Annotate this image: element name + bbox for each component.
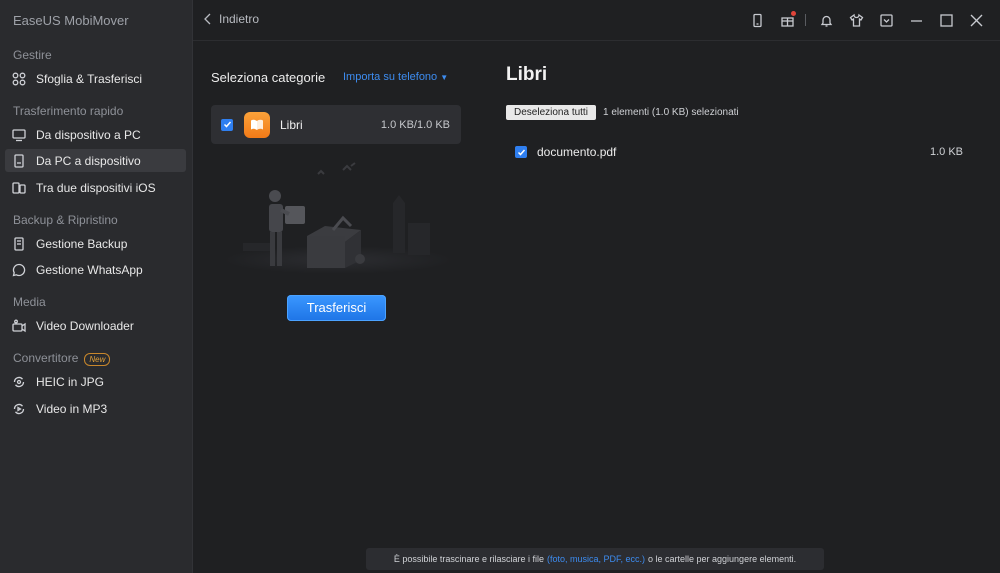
- drag-drop-hint: È possibile trascinare e rilasciare i fi…: [366, 548, 824, 570]
- device-icon[interactable]: [747, 10, 767, 30]
- category-checkbox[interactable]: [221, 118, 233, 131]
- shirt-icon[interactable]: [846, 10, 866, 30]
- import-link-label: Importa su telefono: [343, 71, 438, 83]
- gift-icon[interactable]: [777, 10, 797, 30]
- sidebar-item-device-to-pc[interactable]: Da dispositivo a PC: [5, 123, 186, 146]
- download-icon: [11, 318, 27, 334]
- files-title: Libri: [506, 64, 548, 85]
- import-to-phone-dropdown[interactable]: Importa su telefono ▼: [343, 71, 448, 83]
- close-icon[interactable]: [966, 10, 986, 30]
- sidebar-item-label: Sfoglia & Trasferisci: [36, 71, 143, 86]
- window-controls: [737, 10, 986, 30]
- sidebar-item-label: Video in MP3: [36, 401, 108, 416]
- sidebar-item-label: Gestione WhatsApp: [36, 262, 143, 277]
- category-name: Libri: [280, 117, 303, 132]
- dropdown-box-icon[interactable]: [876, 10, 896, 30]
- category-row-libri[interactable]: Libri 1.0 KB/1.0 KB: [211, 105, 461, 144]
- sidebar-item-label: Da dispositivo a PC: [36, 127, 141, 142]
- checkmark-icon: [223, 121, 231, 128]
- category-size: 1.0 KB/1.0 KB: [380, 118, 450, 131]
- chevron-left-icon: [204, 13, 211, 25]
- app-title: EaseUS MobiMover: [13, 13, 129, 28]
- sidebar: EaseUS MobiMover Gestire Sfoglia & Trasf…: [0, 0, 193, 573]
- apps-icon: [11, 71, 27, 87]
- sidebar-item-video-downloader[interactable]: Video Downloader: [5, 314, 186, 337]
- sidebar-item-label: Da PC a dispositivo: [36, 153, 141, 168]
- section-label-convertitore: Convertitore New: [13, 351, 111, 366]
- sidebar-item-ios-to-ios[interactable]: Tra due dispositivi iOS: [5, 176, 186, 199]
- hint-highlight: (foto, musica, PDF, ecc.): [546, 554, 645, 564]
- file-checkbox[interactable]: [515, 146, 527, 158]
- books-icon: [244, 111, 270, 138]
- toolbar-divider: [805, 14, 806, 26]
- phone-to-pc-icon: [11, 127, 27, 143]
- file-size: 1.0 KB: [929, 146, 963, 158]
- maximize-icon[interactable]: [936, 10, 956, 30]
- convert-video-icon: [11, 401, 27, 417]
- back-button[interactable]: Indietro: [203, 12, 259, 26]
- app-window: EaseUS MobiMover Gestire Sfoglia & Trasf…: [0, 0, 1000, 573]
- file-row[interactable]: documento.pdf 1.0 KB: [506, 142, 963, 162]
- transfer-illustration: [223, 162, 453, 274]
- categories-title: Seleziona categorie: [211, 70, 326, 85]
- section-label-text: Convertitore: [13, 351, 79, 365]
- new-badge: New: [84, 353, 111, 366]
- transfer-button[interactable]: Trasferisci: [287, 295, 386, 321]
- section-label-backup: Backup & Ripristino: [13, 213, 118, 227]
- convert-image-icon: [11, 374, 27, 390]
- sidebar-item-label: Gestione Backup: [36, 236, 128, 251]
- phones-icon: [11, 180, 27, 196]
- pc-to-phone-icon: [11, 153, 27, 169]
- checkmark-icon: [517, 149, 525, 156]
- section-label-gestire: Gestire: [13, 48, 52, 62]
- section-label-media: Media: [13, 295, 46, 309]
- notification-dot: [791, 11, 796, 16]
- sidebar-item-gestione-whatsapp[interactable]: Gestione WhatsApp: [5, 258, 186, 281]
- main-panel: Indietro Seleziona categorie Importa su …: [193, 0, 1000, 573]
- minimize-icon[interactable]: [906, 10, 926, 30]
- file-name: documento.pdf: [537, 145, 617, 159]
- caret-down-icon: ▼: [440, 73, 449, 82]
- whatsapp-icon: [11, 262, 27, 278]
- sidebar-item-heic-jpg[interactable]: HEIC in JPG: [5, 370, 186, 393]
- hint-text-before: È possibile trascinare e rilasciare i fi…: [393, 554, 544, 564]
- back-label: Indietro: [219, 12, 260, 26]
- selection-info: 1 elementi (1.0 KB) selezionati: [603, 107, 739, 118]
- sidebar-item-video-mp3[interactable]: Video in MP3: [5, 397, 186, 420]
- backup-icon: [11, 236, 27, 252]
- section-label-trasferimento: Trasferimento rapido: [13, 104, 124, 118]
- sidebar-item-label: Video Downloader: [36, 318, 134, 333]
- topbar: Indietro: [193, 0, 1000, 41]
- sidebar-item-sfoglia-trasferisci[interactable]: Sfoglia & Trasferisci: [5, 67, 186, 90]
- sidebar-item-gestione-backup[interactable]: Gestione Backup: [5, 232, 186, 255]
- sidebar-item-label: HEIC in JPG: [36, 374, 105, 389]
- deselect-all-button[interactable]: Deseleziona tutti: [506, 105, 596, 120]
- sidebar-item-label: Tra due dispositivi iOS: [36, 180, 156, 195]
- bell-icon[interactable]: [816, 10, 836, 30]
- hint-text-after: o le cartelle per aggiungere elementi.: [648, 554, 797, 564]
- sidebar-item-pc-to-device[interactable]: Da PC a dispositivo: [5, 149, 186, 172]
